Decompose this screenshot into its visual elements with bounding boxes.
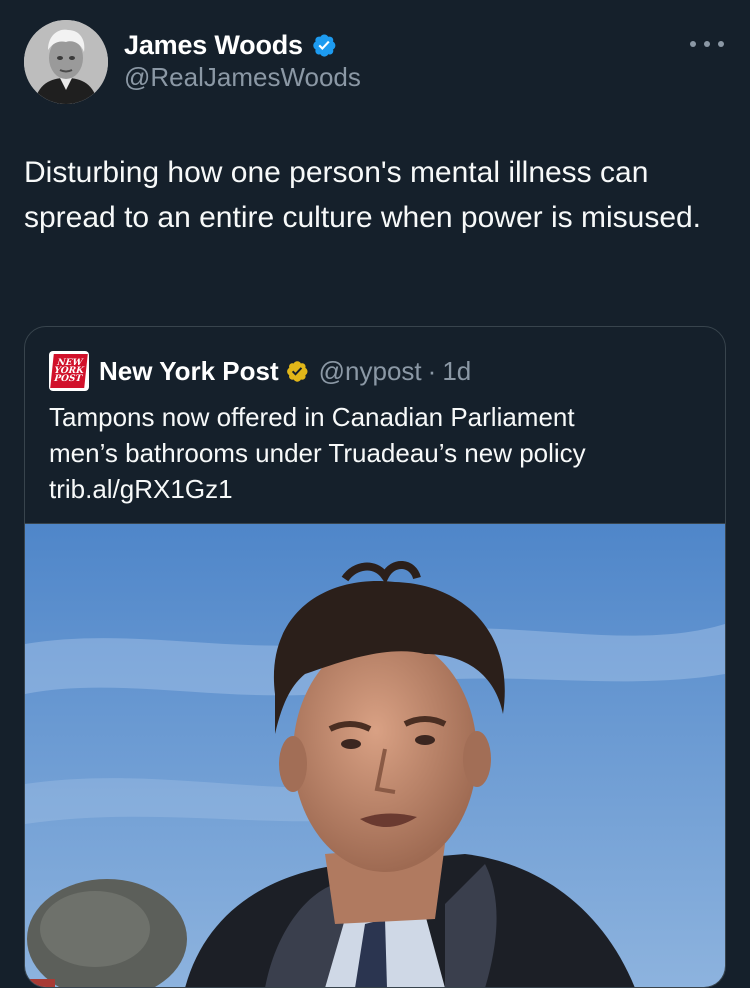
gold-verified-badge-icon [286,361,308,382]
nypost-logo-icon[interactable]: NEW YORK POST [49,351,89,391]
separator-dot: · [427,355,437,386]
tweet-text: Disturbing how one person's mental illne… [24,156,702,234]
author-avatar[interactable] [24,20,108,104]
quoted-timestamp[interactable]: 1d [442,356,471,387]
tweet: James Woods @RealJamesWoods Disturbing h… [0,0,750,988]
more-options-icon[interactable] [690,36,724,52]
quoted-handle[interactable]: @nypost [319,356,422,387]
quoted-tweet-text: Tampons now offered in Canadian Parliame… [49,399,709,507]
quoted-tweet-header: NEW YORK POST New York Post @nypost · 1d [49,351,471,391]
author-block: James Woods @RealJamesWoods [124,26,361,93]
author-display-name[interactable]: James Woods [124,30,303,61]
photo-of-man-speaking-at-microphone[interactable] [25,523,725,987]
author-handle[interactable]: @RealJamesWoods [124,62,361,93]
quoted-display-name[interactable]: New York Post [99,356,279,387]
verified-badge-icon [313,34,336,57]
quoted-link[interactable]: trib.al/gRX1Gz1 [49,471,709,507]
quoted-tweet[interactable]: NEW YORK POST New York Post @nypost · 1d… [24,326,726,988]
